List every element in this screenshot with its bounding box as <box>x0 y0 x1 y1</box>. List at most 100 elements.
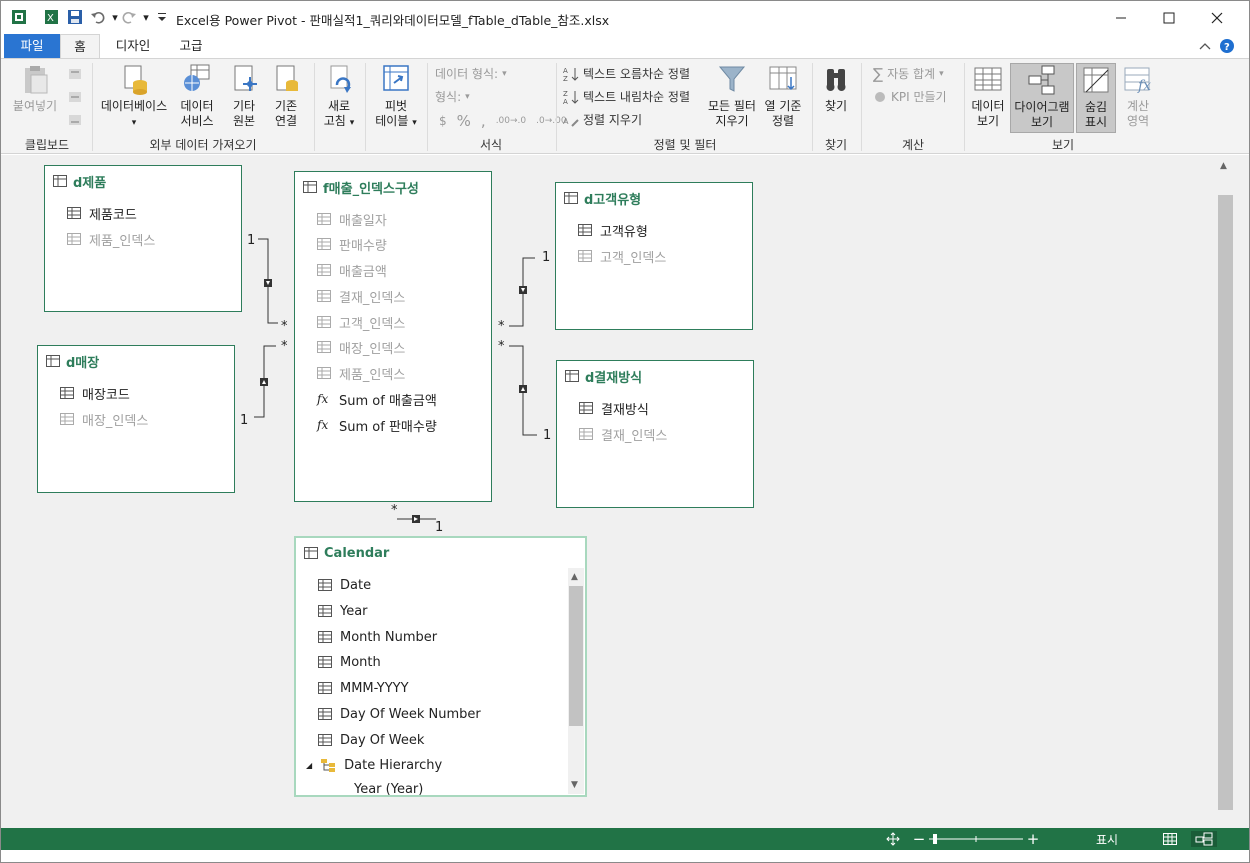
diagram-canvas[interactable]: 1 * * 1 * 1 * 1 * 1 d제품 제품코드 제품_인덱스 d매장 … <box>1 155 1249 828</box>
table-header[interactable]: Calendar <box>296 538 585 568</box>
collapse-ribbon-icon[interactable] <box>1197 38 1213 54</box>
diagram-vertical-scrollbar[interactable]: ▲ <box>1217 155 1234 828</box>
table-header[interactable]: d결재방식 <box>557 361 753 391</box>
column-item[interactable]: Month <box>318 652 381 672</box>
column-item[interactable]: 결재_인덱스 <box>317 286 405 306</box>
table-header[interactable]: d고객유형 <box>556 183 752 213</box>
paste-special-icon[interactable] <box>67 113 83 130</box>
sort-asc-button[interactable]: AZ 텍스트 오름차순 정렬 <box>563 64 690 84</box>
column-item[interactable]: 매장_인덱스 <box>60 409 148 429</box>
table-dcustomer[interactable]: d고객유형 고객유형 고객_인덱스 <box>555 182 753 330</box>
expand-arrow-icon[interactable]: ◢ <box>306 761 312 770</box>
comma-button[interactable]: , <box>481 111 486 131</box>
percent-button[interactable]: % <box>457 111 471 131</box>
table-fsales[interactable]: f매출_인덱스구성 매출일자 판매수량 매출금액 결재_인덱스 고객_인덱스 매… <box>294 171 492 502</box>
diagram-view-status-icon[interactable] <box>1191 831 1217 847</box>
diagram-view-button[interactable]: 다이어그램 보기 <box>1010 63 1074 133</box>
grid-view-icon[interactable] <box>1161 831 1179 847</box>
column-item[interactable]: Day Of Week Number <box>318 704 481 724</box>
hierarchy-item[interactable]: ◢ Date Hierarchy <box>306 755 442 775</box>
show-hidden-button[interactable]: 숨김 표시 <box>1076 63 1116 133</box>
column-item[interactable]: 매출금액 <box>317 260 387 280</box>
sort-desc-button[interactable]: ZA 텍스트 내림차순 정렬 <box>563 87 690 107</box>
table-header[interactable]: f매출_인덱스구성 <box>295 172 491 202</box>
scroll-up-icon[interactable]: ▲ <box>1220 161 1227 171</box>
close-button[interactable] <box>1194 1 1240 34</box>
column-item[interactable]: Year <box>318 601 368 621</box>
column-item[interactable]: 제품_인덱스 <box>317 363 405 383</box>
column-item[interactable]: 결재방식 <box>579 398 649 418</box>
display-label[interactable]: 표시 <box>1087 831 1127 847</box>
column-item[interactable]: 제품_인덱스 <box>67 229 155 249</box>
tab-advanced[interactable]: 고급 <box>166 34 216 58</box>
measure-item[interactable]: fx Sum of 판매수량 <box>317 415 437 435</box>
column-item[interactable]: MMM-YYYY <box>318 678 409 698</box>
maximize-button[interactable] <box>1146 1 1192 34</box>
data-type-selector[interactable]: 데이터 형식: ▾ <box>435 64 507 84</box>
from-other-sources-button[interactable]: 기타 원본 <box>225 63 263 129</box>
scroll-up-icon[interactable]: ▲ <box>571 572 578 582</box>
data-view-button[interactable]: 데이터 보기 <box>967 63 1009 129</box>
table-header[interactable]: d제품 <box>45 166 241 196</box>
table-dpayment[interactable]: d결재방식 결재방식 결재_인덱스 <box>556 360 754 508</box>
refresh-button[interactable]: 새로 고침 ▾ <box>317 63 361 131</box>
cut-icon[interactable] <box>67 67 83 84</box>
column-item[interactable]: 매장_인덱스 <box>317 337 405 357</box>
scrollbar-thumb[interactable] <box>569 586 583 726</box>
autosum-button[interactable]: ∑ 자동 합계 ▾ <box>873 64 944 84</box>
undo-icon[interactable] <box>90 9 106 25</box>
format-selector[interactable]: 형식: ▾ <box>435 87 470 107</box>
increase-decimal-button[interactable]: .00→.0 <box>496 111 526 131</box>
customize-toolbar-icon[interactable] <box>154 9 170 25</box>
zoom-out-icon[interactable]: − <box>912 830 926 848</box>
clear-filter-icon <box>716 63 748 95</box>
from-database-button[interactable]: 데이터베이스 ▾ <box>97 63 171 131</box>
excel-icon[interactable]: X <box>43 9 59 25</box>
scroll-down-icon[interactable]: ▼ <box>571 780 578 790</box>
column-item[interactable]: 매장코드 <box>60 383 130 403</box>
column-item[interactable]: 고객유형 <box>578 220 648 240</box>
column-item[interactable]: 매출일자 <box>317 209 387 229</box>
copy-icon[interactable] <box>67 90 83 107</box>
column-item[interactable]: Month Number <box>318 627 437 647</box>
column-item[interactable]: 고객_인덱스 <box>317 312 405 332</box>
table-dproduct[interactable]: d제품 제품코드 제품_인덱스 <box>44 165 242 312</box>
table-dstore[interactable]: d매장 매장코드 매장_인덱스 <box>37 345 235 493</box>
column-item[interactable]: 판매수량 <box>317 234 387 254</box>
calculation-area-button[interactable]: fx 계산 영역 <box>1118 63 1158 129</box>
clear-sort-button[interactable]: A 정렬 지우기 <box>563 110 642 130</box>
hierarchy-level-item[interactable]: Year (Year) <box>354 779 423 796</box>
help-icon[interactable]: ? <box>1219 38 1235 54</box>
pivottable-button[interactable]: 피벗 테이블 ▾ <box>369 63 423 131</box>
sort-by-column-button[interactable]: 열 기준 정렬 <box>761 63 805 129</box>
minimize-button[interactable] <box>1098 1 1144 34</box>
clear-all-filters-button[interactable]: 모든 필터 지우기 <box>704 63 760 129</box>
existing-connections-button[interactable]: 기존 연결 <box>265 63 307 129</box>
currency-button[interactable]: $ <box>439 111 447 131</box>
create-kpi-button[interactable]: KPI 만들기 <box>873 87 947 107</box>
column-item[interactable]: 결재_인덱스 <box>579 424 667 444</box>
dropdown-arrow-icon: ▾ <box>131 118 137 128</box>
paste-button[interactable]: 붙여넣기 <box>7 63 63 114</box>
tab-file[interactable]: 파일 <box>4 34 60 58</box>
find-button[interactable]: 찾기 <box>816 63 856 114</box>
calendar-scrollbar[interactable]: ▲ ▼ <box>568 568 584 794</box>
zoom-in-icon[interactable]: + <box>1026 830 1040 848</box>
zoom-slider[interactable] <box>927 831 1025 847</box>
column-item[interactable]: Day Of Week <box>318 730 424 750</box>
tab-design[interactable]: 디자인 <box>104 34 162 58</box>
from-data-service-button[interactable]: 데이터 서비스 <box>171 63 223 129</box>
relation-many-label: * <box>498 339 505 354</box>
table-header[interactable]: d매장 <box>38 346 234 376</box>
column-item[interactable]: 제품코드 <box>67 203 137 223</box>
fit-to-screen-icon[interactable] <box>883 831 903 847</box>
column-item[interactable]: Date <box>318 575 371 595</box>
scrollbar-thumb[interactable] <box>1218 195 1233 810</box>
redo-dropdown-icon[interactable]: ▾ <box>138 9 154 25</box>
table-calendar[interactable]: Calendar Date Year Month Number Month MM… <box>294 536 587 797</box>
redo-icon[interactable] <box>121 9 137 25</box>
measure-item[interactable]: fx Sum of 매출금액 <box>317 389 437 409</box>
tab-home[interactable]: 홈 <box>60 34 100 58</box>
column-item[interactable]: 고객_인덱스 <box>578 246 666 266</box>
save-icon[interactable] <box>67 9 83 25</box>
